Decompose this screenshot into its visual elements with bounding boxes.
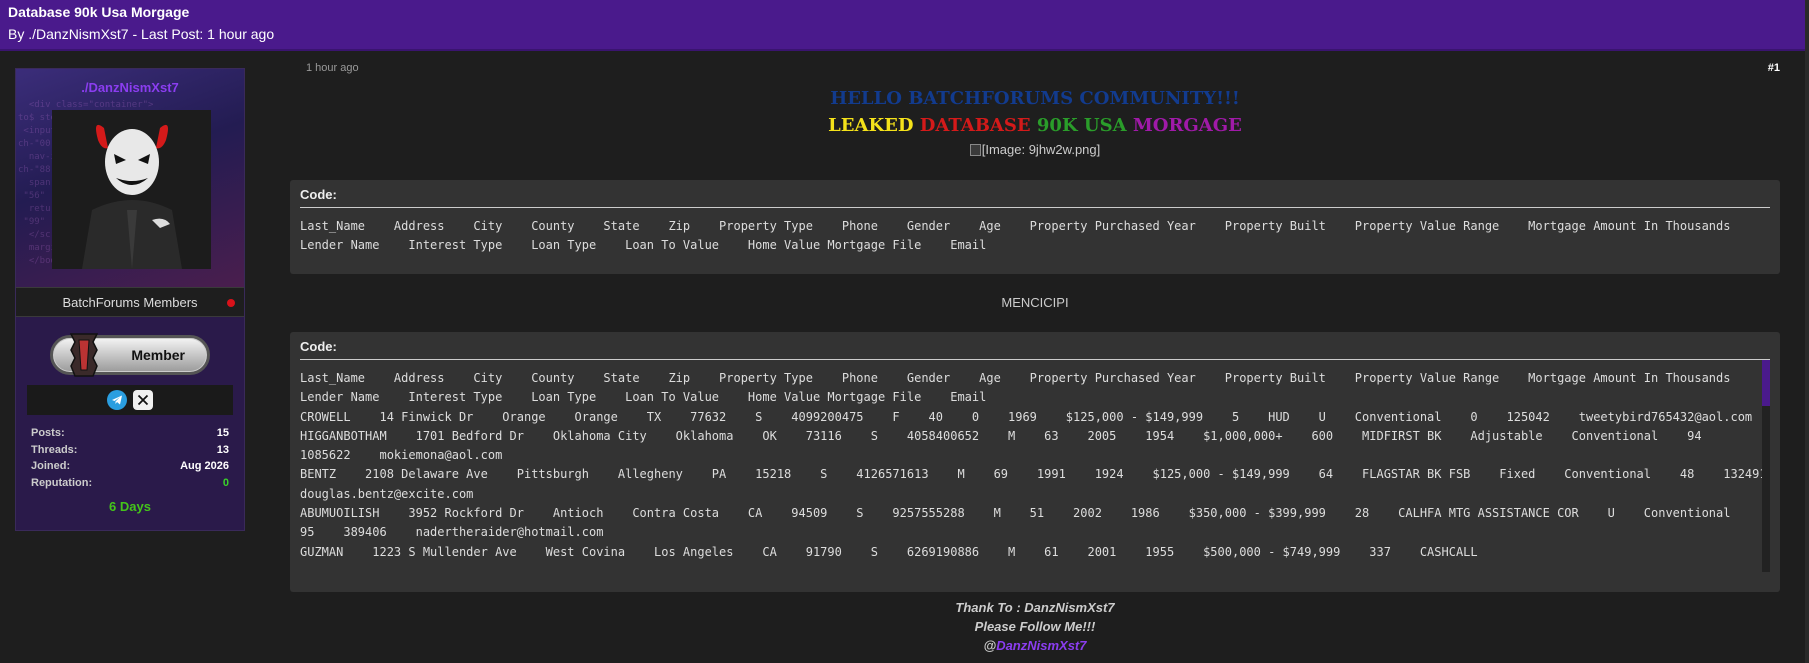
- stat-reputation: Reputation: 0: [31, 475, 229, 492]
- active-days: 6 Days: [109, 499, 151, 514]
- code-content: Last_Name Address City County State Zip …: [300, 219, 1760, 253]
- post-headline: LEAKED DATABASE 90K USA MORGAGE: [290, 115, 1780, 136]
- stat-value: Aug 2026: [180, 460, 229, 473]
- avatar[interactable]: [52, 110, 211, 269]
- stat-posts: Posts: 15: [31, 425, 229, 442]
- social-links: [27, 385, 233, 415]
- stat-value[interactable]: 0: [223, 477, 229, 489]
- stat-label: Threads:: [31, 443, 78, 456]
- rank-icon: [69, 333, 99, 377]
- author-username[interactable]: ./DanzNismXst7: [16, 80, 244, 95]
- code-block-header: Code: Last_Name Address City County Stat…: [290, 180, 1780, 274]
- stat-value[interactable]: 13: [217, 444, 229, 456]
- author-handle-link[interactable]: DanzNismXst7: [996, 638, 1086, 653]
- thread-header: Database 90k Usa Morgage By ./DanzNismXs…: [0, 0, 1805, 51]
- stat-label: Posts:: [31, 427, 65, 440]
- thread-byline: By ./DanzNismXst7 - Last Post: 1 hour ag…: [8, 26, 275, 42]
- page-scrollbar[interactable]: [1805, 0, 1809, 663]
- code-label: Code:: [300, 339, 1770, 360]
- broken-image: [Image: 9jhw2w.png]: [290, 142, 1780, 157]
- broken-image-icon: [969, 144, 981, 156]
- thread-title: Database 90k Usa Morgage: [8, 4, 190, 20]
- post-middle-text: MENCICIPI: [1001, 295, 1069, 310]
- headline-word: MORGAGE: [1132, 115, 1242, 136]
- author-banner: <div class="container"> to$ steo-role="s…: [16, 69, 244, 287]
- x-icon[interactable]: [133, 390, 153, 410]
- rank-zone: Member: [16, 317, 244, 377]
- follow-line: Please Follow Me!!!: [974, 619, 1096, 634]
- thanks-line: Thank To : DanzNismXst7: [955, 600, 1115, 615]
- stat-label: Joined:: [31, 460, 71, 473]
- stat-threads: Threads: 13: [31, 442, 229, 459]
- post-timestamp: 1 hour ago: [306, 62, 359, 74]
- telegram-icon[interactable]: [107, 390, 127, 410]
- code-label: Code:: [300, 187, 1770, 208]
- headline-word: DATABASE: [919, 115, 1031, 136]
- headline-word: 90K: [1036, 115, 1078, 136]
- offline-status-icon: [227, 299, 235, 307]
- handle-line: @DanzNismXst7: [290, 636, 1780, 655]
- image-alt-text: [Image: 9jhw2w.png]: [981, 142, 1101, 157]
- rank-badge: Member: [50, 333, 210, 377]
- stat-value[interactable]: 15: [217, 427, 229, 439]
- author-stats: Posts: 15 Threads: 13 Joined: Aug 2026 R…: [16, 415, 244, 514]
- code-content: Last_Name Address City County State Zip …: [300, 371, 1767, 559]
- usergroup-label: BatchForums Members: [62, 294, 198, 310]
- at-sign: @: [983, 638, 997, 653]
- code-scrollbar[interactable]: [1762, 360, 1770, 572]
- stat-joined: Joined: Aug 2026: [31, 458, 229, 475]
- author-sidebar: <div class="container"> to$ steo-role="s…: [15, 68, 245, 531]
- stat-label: Reputation:: [31, 476, 93, 489]
- code-scrollbar-thumb[interactable]: [1762, 360, 1770, 406]
- headline-word: LEAKED: [828, 115, 914, 136]
- rank-label: Member: [131, 347, 185, 363]
- headline-word: USA: [1083, 115, 1127, 136]
- post-signature: Thank To : DanzNismXst7 Please Follow Me…: [290, 598, 1780, 655]
- post-greeting: HELLO BATCHFORUMS COMMUNITY!!!: [830, 88, 1240, 109]
- post-number-link[interactable]: #1: [1768, 62, 1780, 74]
- code-scroll-area[interactable]: Last_Name Address City County State Zip …: [300, 360, 1770, 572]
- usergroup-bar: BatchForums Members: [16, 287, 244, 317]
- code-block-sample: Code: Last_Name Address City County Stat…: [290, 332, 1780, 592]
